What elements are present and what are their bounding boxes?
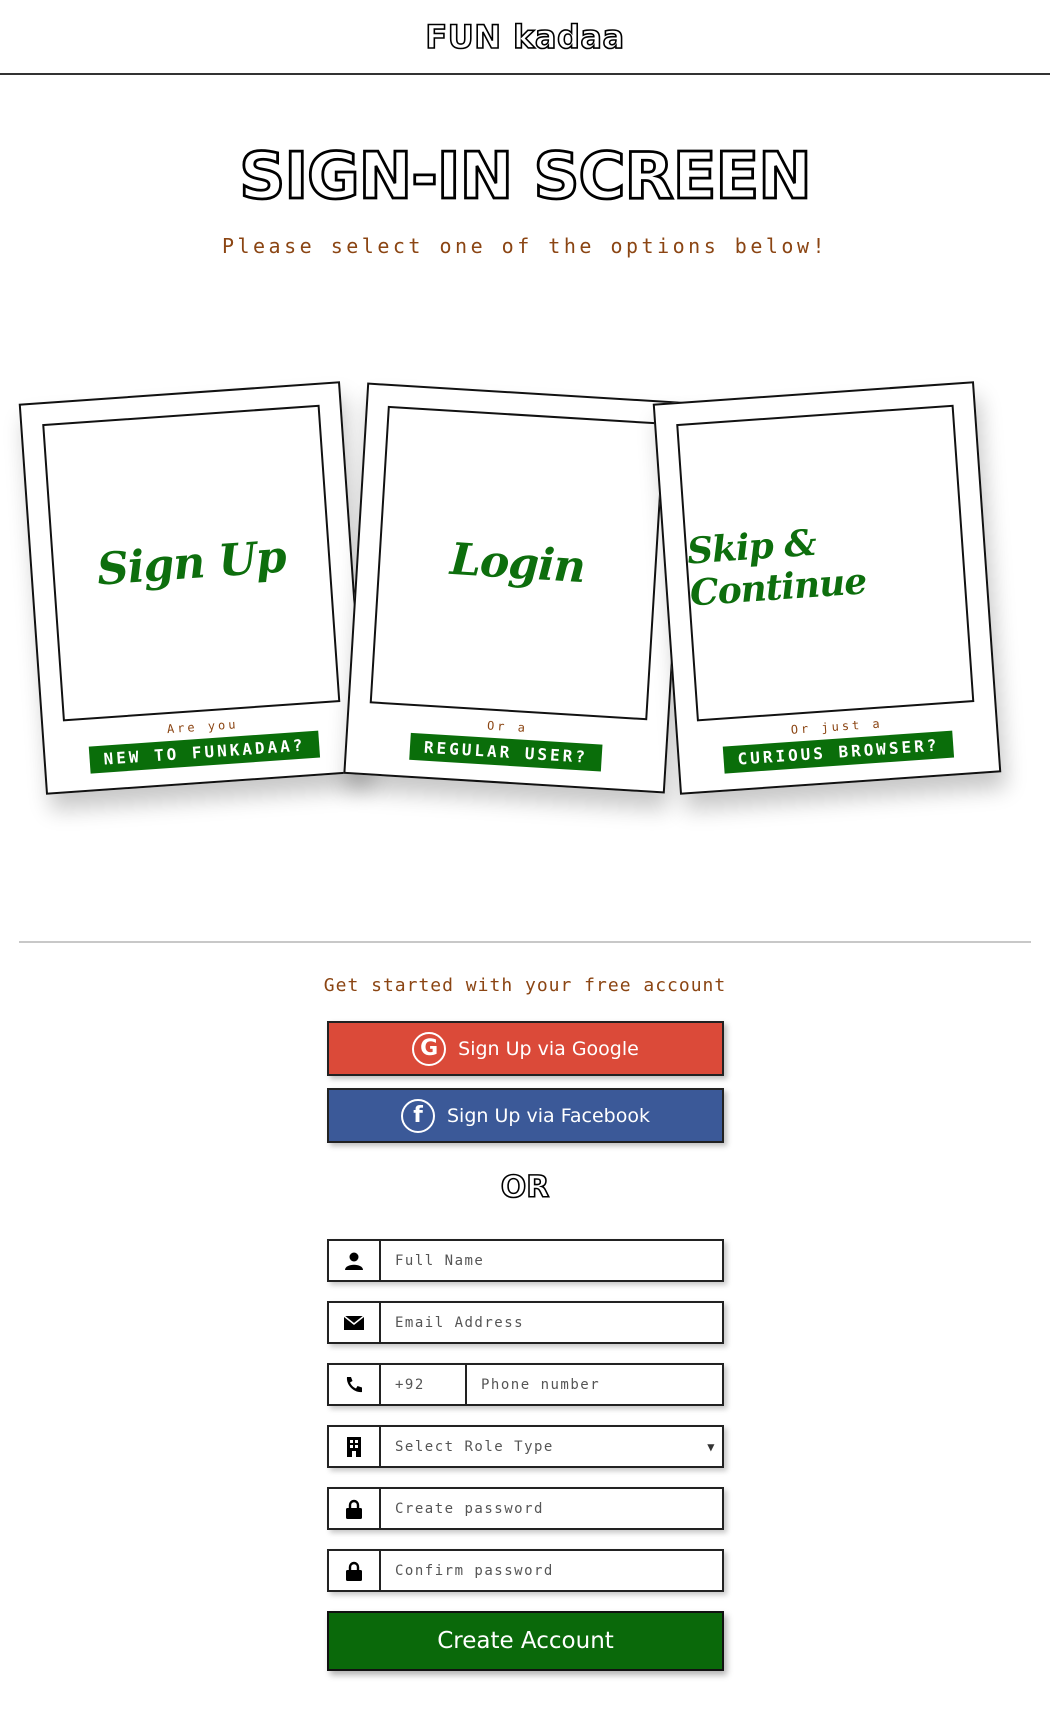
- confirm-password-input[interactable]: [381, 1551, 722, 1590]
- login-card-title: Login: [448, 533, 587, 593]
- facebook-signup-button[interactable]: f Sign Up via Facebook: [327, 1088, 724, 1143]
- role-select-value: Select Role Type: [395, 1438, 554, 1455]
- facebook-signup-label: Sign Up via Facebook: [447, 1104, 650, 1127]
- section-divider: [19, 941, 1031, 943]
- login-card[interactable]: Login Or a REGULAR USER?: [343, 382, 689, 794]
- chevron-down-icon: ▼: [707, 1439, 716, 1454]
- google-icon: G: [412, 1031, 447, 1066]
- signup-card-title: Sign Up: [95, 531, 288, 596]
- signup-card[interactable]: Sign Up Are you NEW TO FUNKADAA?: [18, 381, 368, 795]
- password-field: [327, 1487, 724, 1530]
- role-select[interactable]: Select Role Type ▼: [381, 1427, 722, 1466]
- top-bar: FUN kadaa: [0, 0, 1050, 75]
- password-input[interactable]: [381, 1489, 722, 1528]
- full-name-field: [327, 1239, 724, 1282]
- login-card-photo: Login: [369, 405, 666, 721]
- user-icon: [329, 1241, 381, 1280]
- country-code[interactable]: +92: [381, 1365, 467, 1404]
- phone-input[interactable]: [467, 1365, 722, 1404]
- lock-icon: [329, 1489, 381, 1528]
- login-card-tag: REGULAR USER?: [409, 732, 603, 772]
- email-field: [327, 1301, 724, 1344]
- phone-icon: [329, 1365, 381, 1404]
- confirm-password-field: [327, 1549, 724, 1592]
- google-signup-button[interactable]: G Sign Up via Google: [327, 1021, 724, 1076]
- email-input[interactable]: [381, 1303, 722, 1342]
- skip-card-photo: Skip & Continue: [676, 404, 975, 722]
- brand-logo[interactable]: FUN kadaa: [425, 17, 625, 57]
- phone-field: +92: [327, 1363, 724, 1406]
- envelope-icon: [329, 1303, 381, 1342]
- page-title: SIGN-IN SCREEN: [238, 139, 813, 216]
- facebook-icon: f: [401, 1098, 435, 1133]
- or-separator: OR: [500, 1169, 550, 1206]
- skip-card[interactable]: Skip & Continue Or just a CURIOUS BROWSE…: [652, 381, 1002, 795]
- role-field: Select Role Type ▼: [327, 1425, 724, 1468]
- create-account-button[interactable]: Create Account: [327, 1611, 724, 1671]
- skip-card-title: Skip & Continue: [685, 521, 868, 615]
- full-name-input[interactable]: [381, 1241, 722, 1280]
- signup-heading: Get started with your free account: [323, 975, 727, 996]
- signup-card-photo: Sign Up: [42, 404, 341, 722]
- building-icon: [329, 1427, 381, 1466]
- google-signup-label: Sign Up via Google: [458, 1037, 639, 1060]
- lock-icon: [329, 1551, 381, 1590]
- page-subtitle: Please select one of the options below!: [221, 234, 829, 258]
